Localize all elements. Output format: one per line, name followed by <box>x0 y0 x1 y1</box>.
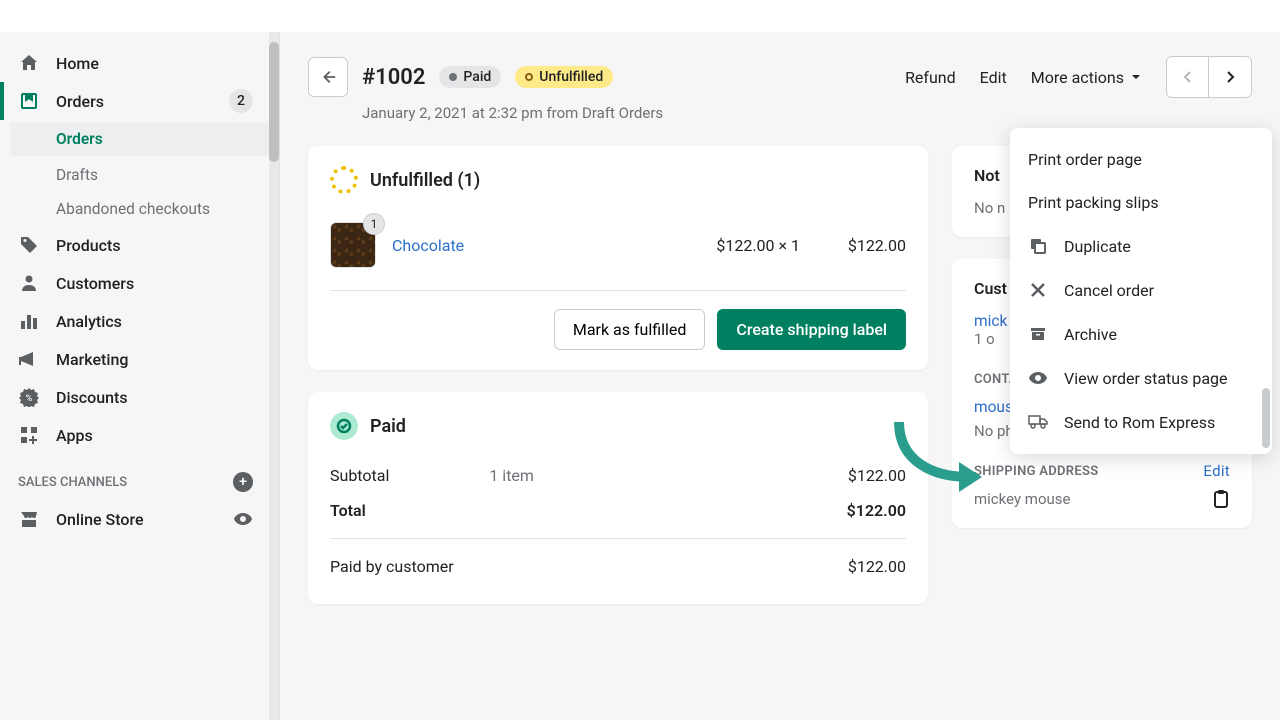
grid-icon <box>18 424 40 446</box>
dropdown-duplicate[interactable]: Duplicate <box>1010 224 1272 268</box>
paid-status-icon <box>330 412 358 440</box>
qty-badge: 1 <box>363 213 385 235</box>
sidebar-item-customers[interactable]: Customers <box>0 264 279 302</box>
create-shipping-label-button[interactable]: Create shipping label <box>717 309 906 350</box>
shipping-address-heading: SHIPPING ADDRESS Edit <box>974 462 1230 480</box>
unit-price: $122.00 × 1 <box>716 236 800 255</box>
sidebar-item-discounts[interactable]: % Discounts <box>0 378 279 416</box>
shipping-edit-link[interactable]: Edit <box>1203 462 1230 480</box>
paid-badge: Paid <box>439 66 501 88</box>
sidebar-item-label: Discounts <box>56 388 128 407</box>
sidebar-item-label: Products <box>56 236 121 255</box>
unfulfilled-badge: Unfulfilled <box>515 66 613 88</box>
edit-action[interactable]: Edit <box>980 68 1007 87</box>
next-order-button[interactable] <box>1209 57 1251 97</box>
orders-icon <box>18 90 40 112</box>
total-row: Total $122.00 <box>330 493 906 528</box>
subtotal-row: Subtotal 1 item $122.00 <box>330 458 906 493</box>
dropdown-view-status[interactable]: View order status page <box>1010 356 1272 400</box>
tag-icon <box>18 234 40 256</box>
sidebar-item-label: Apps <box>56 426 93 445</box>
sales-channels-heading: SALES CHANNELS + <box>0 454 279 500</box>
line-item: 1 Chocolate $122.00 × 1 $122.00 <box>330 212 906 291</box>
duplicate-icon <box>1028 236 1048 256</box>
sidebar-item-label: Analytics <box>56 312 122 331</box>
sidebar-sub-orders[interactable]: Orders <box>10 122 269 156</box>
sidebar-item-label: Home <box>56 54 99 73</box>
sidebar-sub-drafts[interactable]: Drafts <box>0 158 279 192</box>
order-number: #1002 <box>362 65 425 90</box>
sidebar: Home Orders 2 Orders Drafts Abandoned ch… <box>0 32 280 720</box>
product-name-link[interactable]: Chocolate <box>392 236 700 255</box>
dropdown-scrollbar[interactable] <box>1262 134 1270 448</box>
paid-card: Paid Subtotal 1 item $122.00 Total $122.… <box>308 392 928 604</box>
main-content: #1002 Paid Unfulfilled Refund Edit More … <box>280 32 1280 720</box>
refund-action[interactable]: Refund <box>905 68 956 87</box>
sidebar-item-home[interactable]: Home <box>0 44 279 82</box>
unfulfilled-title: Unfulfilled (1) <box>370 170 480 191</box>
sidebar-item-orders[interactable]: Orders 2 <box>0 82 279 120</box>
add-channel-icon[interactable]: + <box>233 472 253 492</box>
sidebar-item-label: Marketing <box>56 350 128 369</box>
back-button[interactable] <box>308 57 348 97</box>
sidebar-item-online-store[interactable]: Online Store <box>0 500 279 538</box>
header-actions: Refund Edit More actions <box>905 56 1252 98</box>
more-actions-dropdown: Print order page Print packing slips Dup… <box>1010 128 1272 454</box>
eye-icon <box>1028 368 1048 388</box>
truck-icon <box>1028 412 1048 432</box>
sidebar-item-label: Online Store <box>56 510 144 529</box>
sidebar-scrollbar[interactable] <box>269 32 279 720</box>
dropdown-print-packing[interactable]: Print packing slips <box>1010 181 1272 224</box>
sidebar-item-analytics[interactable]: Analytics <box>0 302 279 340</box>
dropdown-cancel-order[interactable]: Cancel order <box>1010 268 1272 312</box>
unfulfilled-card: Unfulfilled (1) 1 Chocolate $122.00 × 1 … <box>308 146 928 370</box>
order-header: #1002 Paid Unfulfilled Refund Edit More … <box>308 56 1252 98</box>
order-pager <box>1166 56 1252 98</box>
paid-by-row: Paid by customer $122.00 <box>330 538 906 584</box>
prev-order-button[interactable] <box>1167 57 1209 97</box>
discount-icon: % <box>18 386 40 408</box>
caret-down-icon <box>1130 71 1142 83</box>
sidebar-item-products[interactable]: Products <box>0 226 279 264</box>
more-actions-button[interactable]: More actions <box>1031 68 1142 87</box>
dropdown-archive[interactable]: Archive <box>1010 312 1272 356</box>
person-icon <box>18 272 40 294</box>
order-timestamp: January 2, 2021 at 2:32 pm from Draft Or… <box>362 104 1252 122</box>
unfulfilled-status-icon <box>330 166 358 194</box>
eye-icon[interactable] <box>233 509 253 529</box>
line-total: $122.00 <box>816 236 906 255</box>
store-icon <box>18 508 40 530</box>
mark-fulfilled-button[interactable]: Mark as fulfilled <box>554 309 706 350</box>
dropdown-print-order[interactable]: Print order page <box>1010 138 1272 181</box>
sidebar-item-label: Orders <box>56 92 104 111</box>
close-icon <box>1028 280 1048 300</box>
shipping-name: mickey mouse <box>974 490 1070 508</box>
megaphone-icon <box>18 348 40 370</box>
sidebar-sub-abandoned[interactable]: Abandoned checkouts <box>0 192 279 226</box>
svg-text:%: % <box>26 394 33 404</box>
sidebar-item-label: Customers <box>56 274 134 293</box>
sidebar-item-marketing[interactable]: Marketing <box>0 340 279 378</box>
clipboard-icon[interactable] <box>1214 490 1230 508</box>
product-thumbnail[interactable]: 1 <box>330 222 376 268</box>
sidebar-item-apps[interactable]: Apps <box>0 416 279 454</box>
bars-icon <box>18 310 40 332</box>
orders-badge: 2 <box>229 89 253 113</box>
paid-title: Paid <box>370 416 406 437</box>
archive-icon <box>1028 324 1048 344</box>
home-icon <box>18 52 40 74</box>
dropdown-send-rom-express[interactable]: Send to Rom Express <box>1010 400 1272 444</box>
